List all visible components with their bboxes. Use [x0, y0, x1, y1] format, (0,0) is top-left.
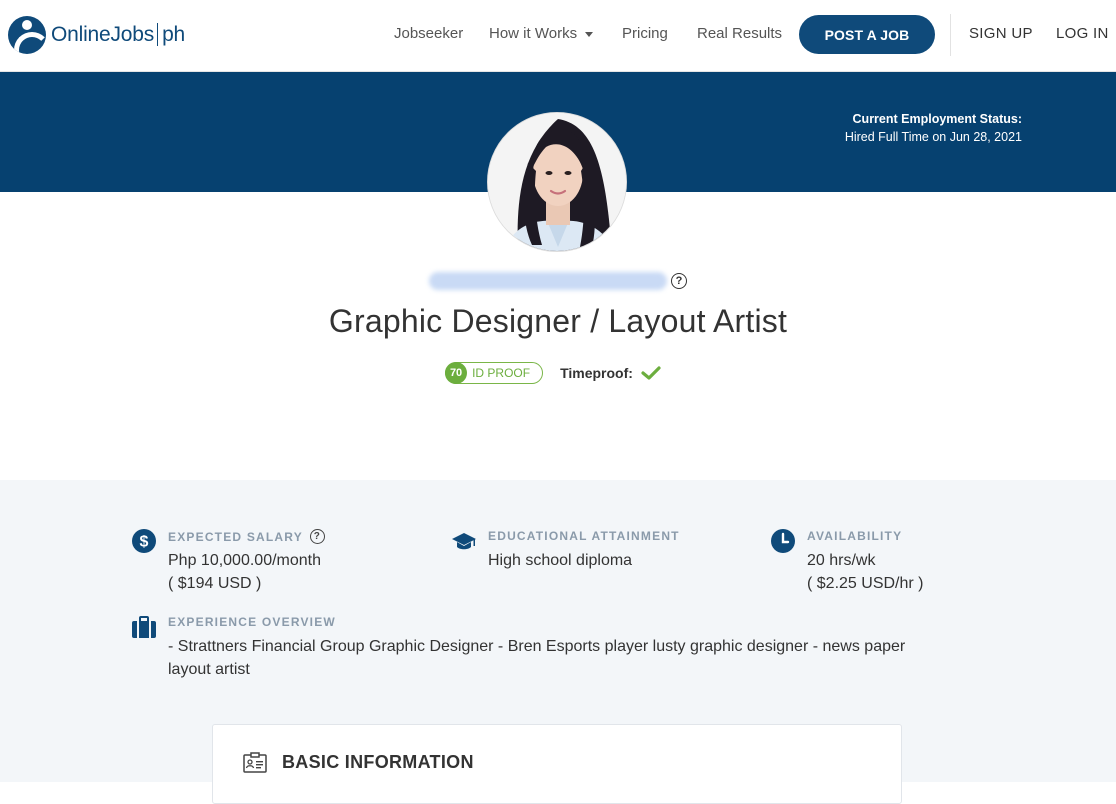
- profile-photo: [488, 113, 626, 251]
- help-icon[interactable]: ?: [671, 273, 687, 289]
- log-in-link[interactable]: LOG IN: [1056, 25, 1109, 42]
- employment-status: Current Employment Status: Hired Full Ti…: [845, 110, 1022, 146]
- svg-text:$: $: [140, 534, 149, 551]
- clock-icon: [771, 529, 795, 553]
- id-proof-label: ID PROOF: [472, 366, 531, 380]
- availability-value: 20 hrs/wk: [807, 552, 876, 569]
- top-navbar: OnlineJobs ph Jobseeker How it Works Pric…: [0, 0, 1116, 72]
- id-proof-score: 70: [445, 362, 468, 384]
- experience-overview-line2: layout artist: [168, 661, 250, 678]
- nav-link-pricing[interactable]: Pricing: [622, 25, 668, 42]
- graduation-cap-icon: [452, 533, 476, 550]
- salary-help-icon[interactable]: ?: [309, 529, 325, 544]
- expected-salary-label: EXPECTED SALARY: [168, 529, 303, 544]
- experience-overview-line1: - Strattners Financial Group Graphic Des…: [168, 638, 906, 655]
- post-job-button[interactable]: POST A JOB: [799, 15, 935, 54]
- brand-suffix: ph: [157, 23, 185, 46]
- nav-link-real-results[interactable]: Real Results: [697, 25, 782, 42]
- verification-row: 70 ID PROOF Timeproof:: [0, 362, 1116, 384]
- employment-status-label: Current Employment Status:: [852, 112, 1022, 126]
- nav-link-how-it-works[interactable]: How it Works: [489, 25, 594, 42]
- dollar-icon: $: [132, 529, 156, 553]
- candidate-name-redacted: [429, 272, 667, 290]
- experience-overview: EXPERIENCE OVERVIEW - Strattners Financi…: [132, 615, 992, 685]
- nav-link-how-it-works-label: How it Works: [489, 25, 578, 42]
- basic-information-card: BASIC INFORMATION: [212, 724, 902, 804]
- id-card-icon: [243, 752, 267, 773]
- educational-attainment-value: High school diploma: [488, 552, 633, 569]
- check-icon: [641, 366, 661, 380]
- expected-salary-value: Php 10,000.00/month: [168, 552, 322, 569]
- job-title: Graphic Designer / Layout Artist: [328, 303, 788, 339]
- briefcase-icon: [132, 616, 156, 638]
- brand-logo[interactable]: OnlineJobs ph: [8, 14, 185, 56]
- expected-salary-usd: ( $194 USD ): [168, 575, 262, 592]
- basic-information-title: BASIC INFORMATION: [282, 752, 474, 772]
- educational-attainment-label: EDUCATIONAL ATTAINMENT: [488, 529, 680, 543]
- profile-avatar: [487, 112, 627, 252]
- sign-up-link[interactable]: SIGN UP: [969, 25, 1033, 42]
- timeproof-label: Timeproof:: [560, 365, 633, 381]
- id-proof-badge[interactable]: 70 ID PROOF: [445, 362, 544, 384]
- nav-link-jobseeker[interactable]: Jobseeker: [394, 25, 463, 42]
- brand-name: OnlineJobs: [51, 23, 155, 46]
- availability: AVAILABILITY 20 hrs/wk ( $2.25 USD/hr ): [771, 529, 1071, 599]
- expected-salary: $ EXPECTED SALARY? Php 10,000.00/month (…: [132, 529, 432, 599]
- nav-divider: [950, 14, 951, 56]
- availability-label: AVAILABILITY: [807, 529, 903, 543]
- chevron-down-icon: [585, 31, 594, 37]
- employment-status-value: Hired Full Time on Jun 28, 2021: [844, 130, 1022, 144]
- educational-attainment: EDUCATIONAL ATTAINMENT High school diplo…: [452, 529, 752, 579]
- availability-rate: ( $2.25 USD/hr ): [807, 575, 924, 592]
- candidate-name-row: ?: [0, 272, 1116, 290]
- experience-overview-label: EXPERIENCE OVERVIEW: [168, 615, 336, 629]
- logo-icon: [8, 16, 46, 54]
